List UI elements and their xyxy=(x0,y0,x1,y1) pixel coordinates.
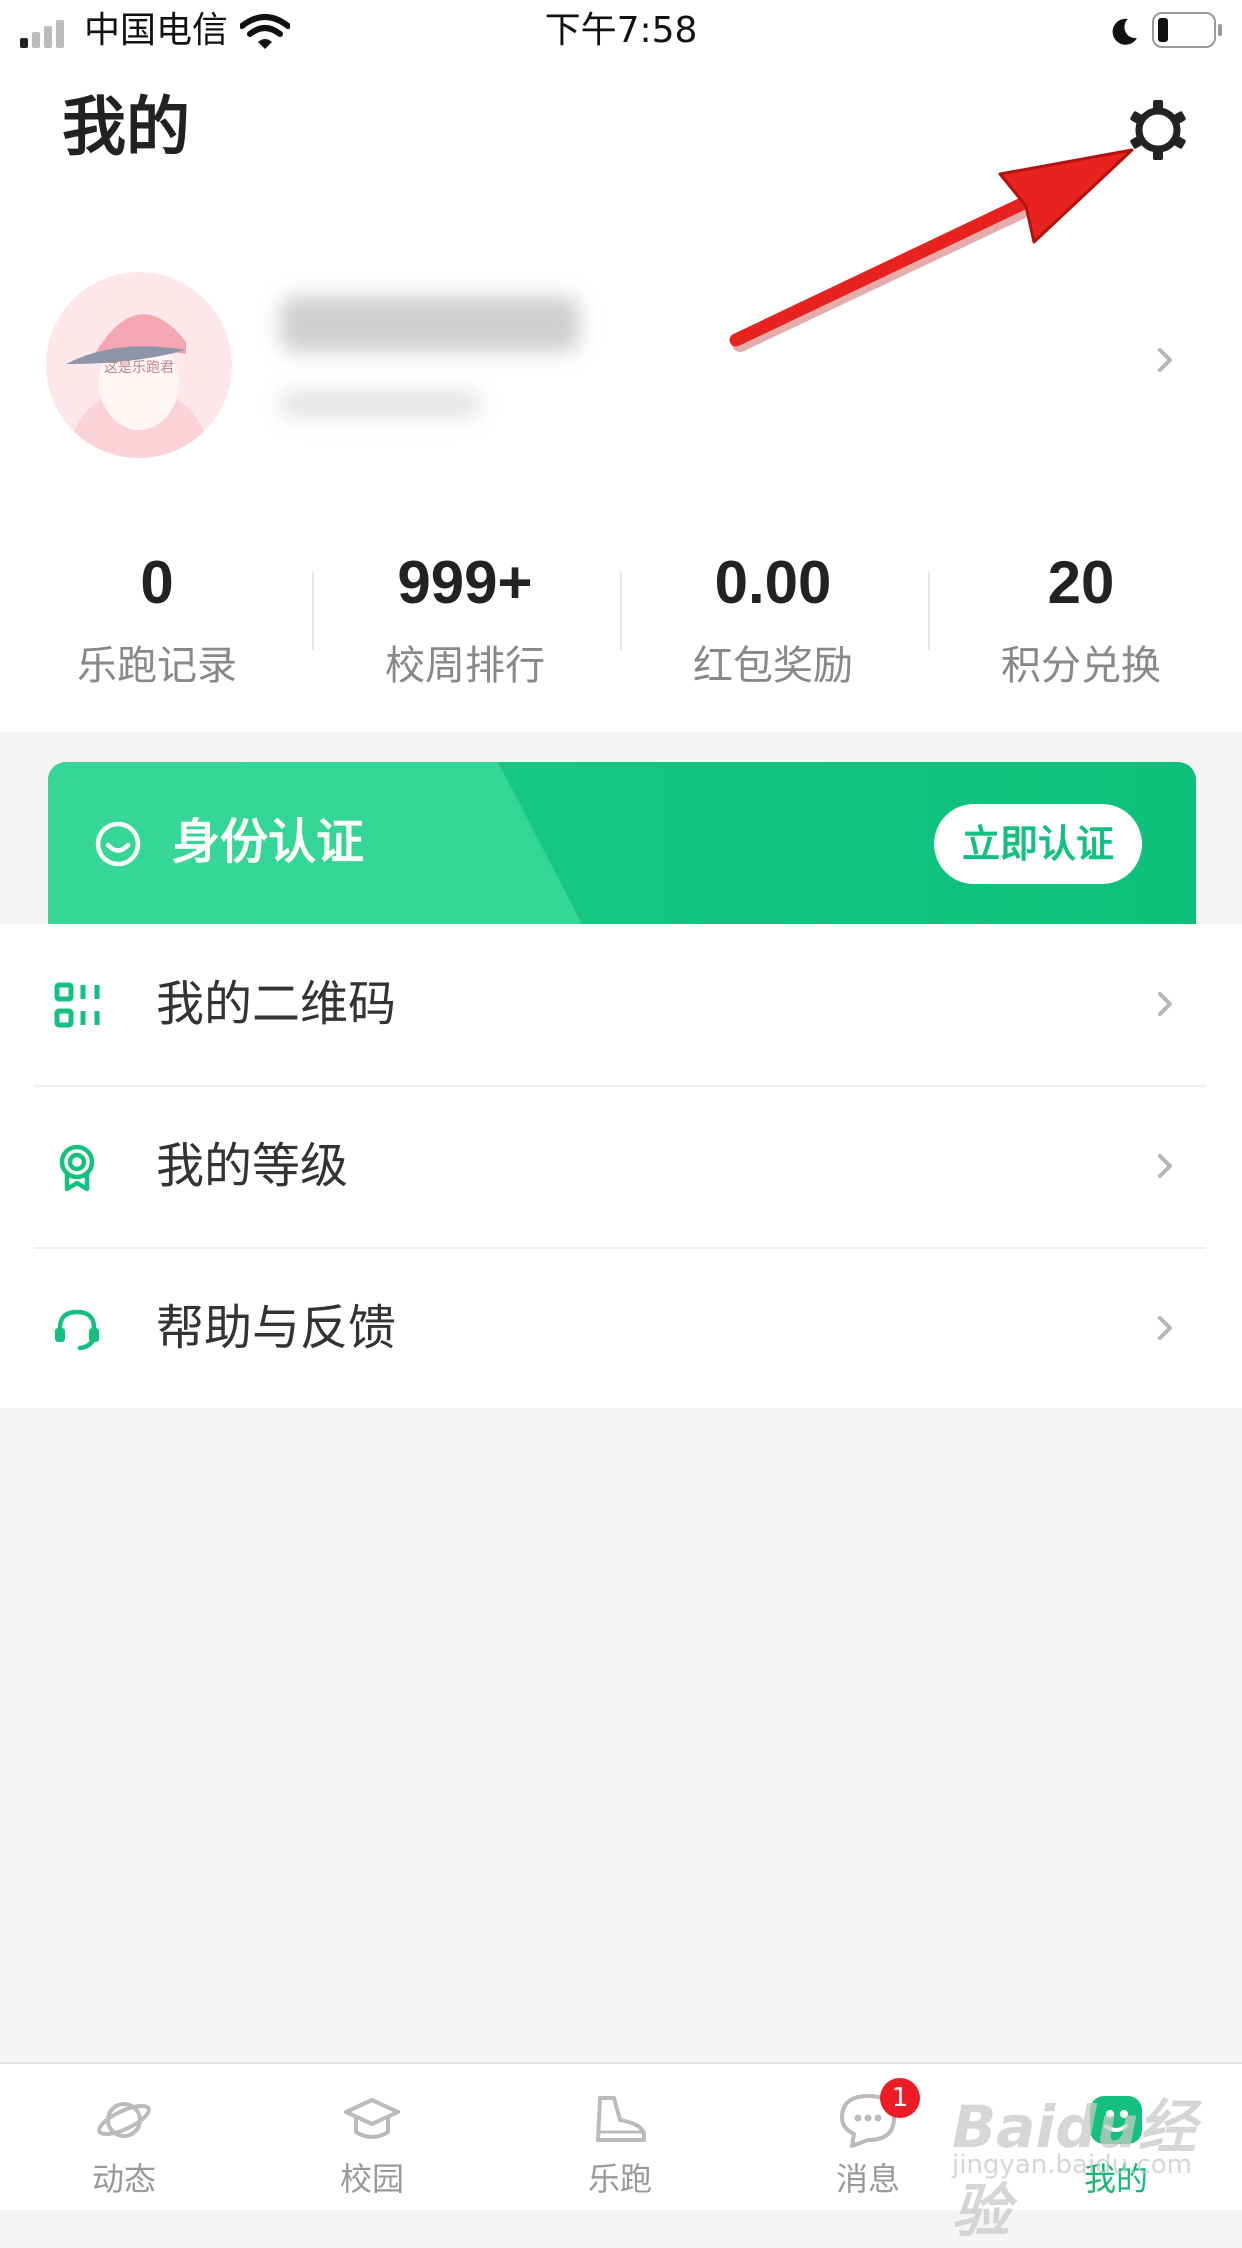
smile-face-icon xyxy=(95,821,141,867)
chevron-right-icon xyxy=(1158,1154,1172,1178)
blurred-username xyxy=(280,296,580,352)
headset-icon xyxy=(55,1309,99,1351)
avatar[interactable]: 这是乐跑君 xyxy=(46,272,232,458)
blurred-user-id xyxy=(280,390,480,418)
identity-verify-banner[interactable]: 身份认证 立即认证 xyxy=(48,762,1196,924)
status-time: 下午7:58 xyxy=(544,10,698,51)
stat-run-records-label[interactable]: 乐跑记录 xyxy=(4,640,310,692)
menu-label-my-level: 我的等级 xyxy=(156,1138,349,1194)
tab-campus[interactable]: 校园 xyxy=(248,2064,496,2210)
qr-code-icon xyxy=(54,982,100,1028)
menu-item-help-feedback[interactable]: 帮助与反馈 xyxy=(0,1248,1242,1410)
chevron-right-icon xyxy=(1158,1316,1172,1340)
stat-run-records-value[interactable]: 0 xyxy=(4,548,310,618)
identity-verify-label: 身份认证 xyxy=(172,814,365,870)
graduation-cap-icon xyxy=(344,2098,400,2139)
stat-red-packet-label[interactable]: 红包奖励 xyxy=(620,640,926,692)
menu-label-qr-code: 我的二维码 xyxy=(156,976,397,1032)
stat-weekly-rank-label[interactable]: 校周排行 xyxy=(312,640,618,692)
stat-points-label[interactable]: 积分兑换 xyxy=(928,640,1234,692)
stat-weekly-rank-value[interactable]: 999+ xyxy=(312,548,618,618)
status-bar: 中国电信 下午7:58 xyxy=(0,0,1242,62)
verify-now-button[interactable]: 立即认证 xyxy=(934,804,1142,884)
menu-item-qr-code[interactable]: 我的二维码 xyxy=(0,924,1242,1086)
tab-feed[interactable]: 动态 xyxy=(0,2064,248,2210)
menu-list: 我的二维码 我的等级 帮助与反馈 xyxy=(0,924,1242,1408)
menu-label-help-feedback: 帮助与反馈 xyxy=(156,1300,397,1356)
avatar-caption: 这是乐跑君 xyxy=(104,360,174,376)
tab-run[interactable]: 乐跑 xyxy=(496,2064,744,2210)
tab-label-run: 乐跑 xyxy=(587,2160,652,2198)
medal-icon xyxy=(59,1144,95,1192)
tab-label-campus: 校园 xyxy=(339,2160,404,2198)
menu-item-my-level[interactable]: 我的等级 xyxy=(0,1086,1242,1248)
watermark-url: jingyan.baidu.com xyxy=(952,2150,1192,2180)
chevron-right-icon xyxy=(1158,992,1172,1016)
tab-label-feed: 动态 xyxy=(91,2160,156,2198)
planet-icon xyxy=(97,2102,151,2138)
moon-icon xyxy=(1112,18,1137,45)
stat-points-value[interactable]: 20 xyxy=(928,548,1234,618)
page-title: 我的 xyxy=(62,91,190,165)
chevron-right-icon[interactable] xyxy=(1152,346,1180,374)
battery-icon xyxy=(1152,12,1222,48)
settings-gear-icon[interactable] xyxy=(1126,98,1190,162)
sneaker-icon xyxy=(596,2096,646,2142)
stat-red-packet-value[interactable]: 0.00 xyxy=(620,548,926,618)
unread-badge: 1 xyxy=(880,2078,920,2118)
